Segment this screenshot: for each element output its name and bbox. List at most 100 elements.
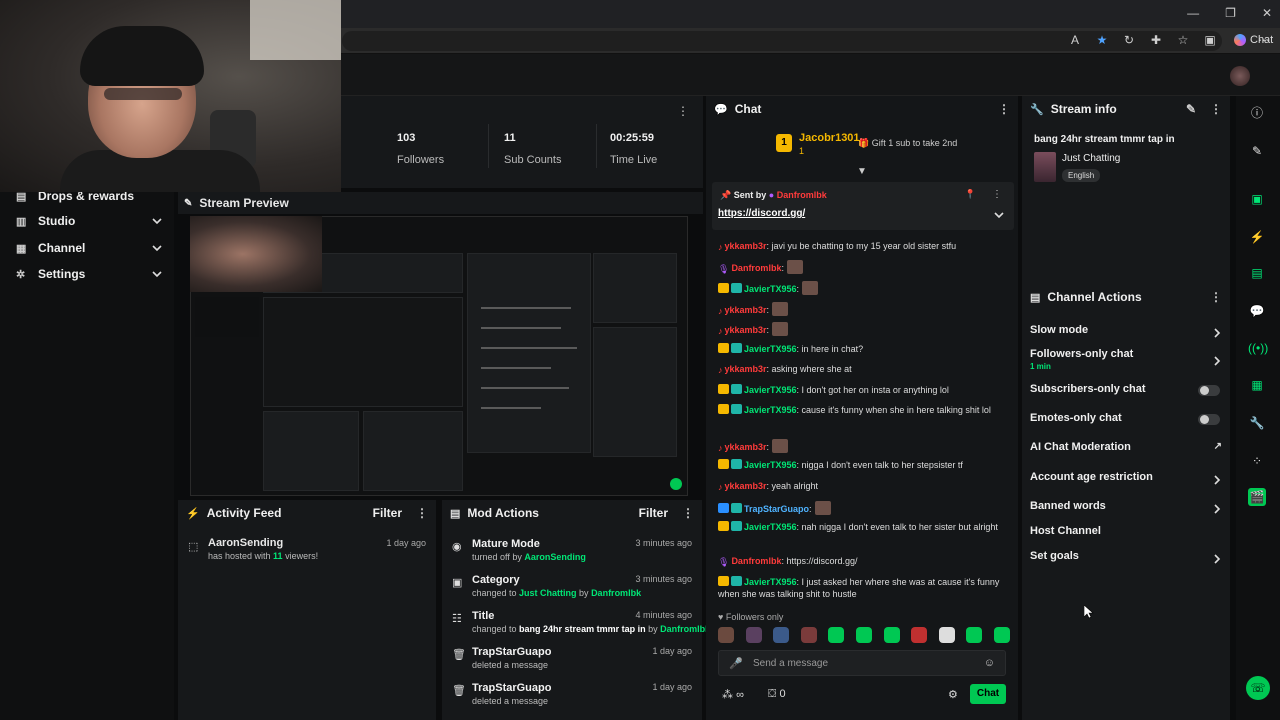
- read-aloud-icon[interactable]: A: [1068, 33, 1082, 47]
- collapse-icon[interactable]: ▼: [857, 166, 867, 177]
- chat-username[interactable]: ykkamb3r: [725, 481, 767, 491]
- kebab-menu-icon[interactable]: ⋮: [416, 506, 428, 520]
- pinned-message[interactable]: 📌 Sent by ● Danfromlbk https://discord.g…: [712, 182, 1014, 230]
- emote-button[interactable]: [966, 627, 983, 643]
- mod-item[interactable]: 🗑 TrapStarGuapo deleted a message 1 day …: [452, 682, 692, 712]
- broadcast-icon[interactable]: ((•)): [1248, 339, 1268, 357]
- emote-button[interactable]: [745, 627, 762, 643]
- kebab-menu-icon[interactable]: ⋮: [1210, 290, 1222, 304]
- edit-icon[interactable]: ✎: [1186, 102, 1196, 116]
- action-slow-mode[interactable]: Slow mode: [1030, 324, 1222, 346]
- mod-item[interactable]: ▣ Category changed to Just Chatting by D…: [452, 574, 692, 604]
- kebab-menu-icon[interactable]: ⋮: [1210, 102, 1222, 116]
- chat-message[interactable]: ♪ ykkamb3r: javi yu be chatting to my 15 …: [718, 240, 1012, 252]
- favorite-star-icon[interactable]: ★: [1095, 33, 1109, 47]
- apps-icon[interactable]: ⁘: [1248, 452, 1266, 470]
- emote-button[interactable]: [828, 627, 845, 643]
- chat-message[interactable]: JavierTX956: I just asked her where she …: [718, 576, 1012, 600]
- sidebar-item-channel[interactable]: ▦ Channel: [16, 238, 162, 258]
- emote-button[interactable]: [800, 627, 817, 643]
- chat-username[interactable]: Danfromlbk: [731, 263, 781, 273]
- chat-input[interactable]: 🎤 Send a message ☺: [718, 650, 1006, 676]
- kebab-menu-icon[interactable]: ⋮: [998, 102, 1010, 116]
- chat-username[interactable]: JavierTX956: [744, 522, 797, 532]
- info-icon[interactable]: ⓘ: [1248, 104, 1266, 122]
- gift-sub-button[interactable]: 🎁 Gift 1 sub to take 2nd: [858, 138, 957, 149]
- mod-item[interactable]: ◉ Mature Mode turned off by AaronSending…: [452, 538, 692, 568]
- mod-item[interactable]: ☷ Title changed to bang 24hr stream tmmr…: [452, 610, 710, 640]
- copilot-chat-button[interactable]: Chat: [1234, 32, 1273, 48]
- avatar[interactable]: [1230, 66, 1250, 86]
- chat-username[interactable]: ykkamb3r: [725, 305, 767, 315]
- chat-username[interactable]: JavierTX956: [744, 385, 797, 395]
- emote-button[interactable]: [718, 627, 734, 643]
- chat-username[interactable]: ykkamb3r: [725, 442, 767, 452]
- chat-message[interactable]: 🎙 Danfromlbk:: [718, 260, 1012, 274]
- action-banned-words[interactable]: Banned words: [1030, 500, 1222, 522]
- favorites-icon[interactable]: ☆: [1176, 33, 1190, 47]
- minimize-icon[interactable]: —: [1187, 6, 1199, 20]
- action-emotes-only[interactable]: Emotes-only chat: [1030, 412, 1222, 434]
- chat-username[interactable]: ykkamb3r: [725, 241, 767, 251]
- emote-button[interactable]: [938, 627, 955, 643]
- kebab-menu-icon[interactable]: ⋮: [677, 104, 689, 118]
- filter-button[interactable]: Filter: [639, 506, 668, 520]
- kebab-menu-icon[interactable]: ⋮: [992, 189, 1002, 200]
- refresh-icon[interactable]: ↻: [1122, 33, 1136, 47]
- chat-message[interactable]: JavierTX956:: [718, 281, 1012, 295]
- kebab-menu-icon[interactable]: ⋮: [682, 506, 694, 520]
- chat-username[interactable]: Danfromlbk: [731, 556, 781, 566]
- emote-button[interactable]: [911, 627, 928, 643]
- collections-icon[interactable]: ▣: [1203, 33, 1217, 47]
- action-ai-moderation[interactable]: AI Chat Moderation ↗: [1030, 441, 1222, 463]
- chat-message[interactable]: JavierTX956: nigga I don't even talk to …: [718, 459, 1012, 471]
- chat-message[interactable]: ♪ ykkamb3r: yeah alright: [718, 480, 1012, 492]
- send-chat-button[interactable]: Chat: [970, 684, 1006, 704]
- action-account-age[interactable]: Account age restriction: [1030, 471, 1222, 493]
- emote-button[interactable]: [883, 627, 900, 643]
- action-set-goals[interactable]: Set goals: [1030, 550, 1222, 572]
- support-icon[interactable]: ☏: [1246, 676, 1270, 700]
- pinned-link[interactable]: https://discord.gg/: [718, 208, 805, 219]
- chat-username[interactable]: JavierTX956: [744, 405, 797, 415]
- chat-message[interactable]: JavierTX956: cause it's funny when she i…: [718, 404, 1012, 416]
- chat-icon[interactable]: 💬: [1248, 302, 1266, 320]
- sidebar-item-studio[interactable]: ▥ Studio: [16, 211, 162, 231]
- emote-button[interactable]: [855, 627, 872, 643]
- chat-message[interactable]: ♪ ykkamb3r:: [718, 439, 1012, 453]
- chat-username[interactable]: ykkamb3r: [725, 364, 767, 374]
- category-name[interactable]: Just Chatting: [1062, 153, 1120, 164]
- top-gifter-name[interactable]: Jacobr1301: [799, 132, 860, 144]
- chat-message[interactable]: JavierTX956: in here in chat?: [718, 343, 1012, 355]
- edit-icon[interactable]: ✎: [1248, 142, 1266, 160]
- chat-message[interactable]: ♪ ykkamb3r:: [718, 322, 1012, 336]
- emote-button[interactable]: [993, 627, 1010, 643]
- activity-user[interactable]: AaronSending: [208, 537, 283, 549]
- wrench-icon[interactable]: 🔧: [1248, 414, 1266, 432]
- restore-icon[interactable]: ❐: [1225, 6, 1236, 20]
- close-icon[interactable]: ✕: [1262, 6, 1272, 20]
- mod-item[interactable]: 🗑 TrapStarGuapo deleted a message 1 day …: [452, 646, 692, 676]
- layout-icon[interactable]: ▦: [1248, 376, 1266, 394]
- bolt-icon[interactable]: ⚡: [1248, 228, 1266, 246]
- clapper-icon[interactable]: 🎬: [1248, 488, 1266, 506]
- chat-message[interactable]: JavierTX956: nah nigga I don't even talk…: [718, 521, 1012, 533]
- toggle-switch[interactable]: [1198, 385, 1220, 396]
- chat-message[interactable]: ♪ ykkamb3r: asking where she at: [718, 363, 1012, 375]
- chevron-down-icon[interactable]: [994, 210, 1004, 220]
- toggle-switch[interactable]: [1198, 414, 1220, 425]
- chat-username[interactable]: JavierTX956: [744, 344, 797, 354]
- action-host-channel[interactable]: Host Channel: [1030, 525, 1222, 547]
- chat-username[interactable]: ykkamb3r: [725, 325, 767, 335]
- pushpin-icon[interactable]: 📍: [965, 189, 976, 200]
- chat-username[interactable]: JavierTX956: [744, 460, 797, 470]
- emote-button[interactable]: [773, 627, 790, 643]
- filter-button[interactable]: Filter: [373, 506, 402, 520]
- points-icon[interactable]: ⁂ ∞: [722, 688, 744, 701]
- camera-icon[interactable]: ▣: [1248, 190, 1266, 208]
- action-subscribers-only[interactable]: Subscribers-only chat: [1030, 383, 1222, 405]
- chat-username[interactable]: TrapStarGuapo: [744, 504, 809, 514]
- action-followers-only[interactable]: Followers-only chat 1 min: [1030, 348, 1222, 376]
- chat-message[interactable]: TrapStarGuapo:: [718, 501, 1012, 515]
- chat-username[interactable]: JavierTX956: [744, 577, 797, 587]
